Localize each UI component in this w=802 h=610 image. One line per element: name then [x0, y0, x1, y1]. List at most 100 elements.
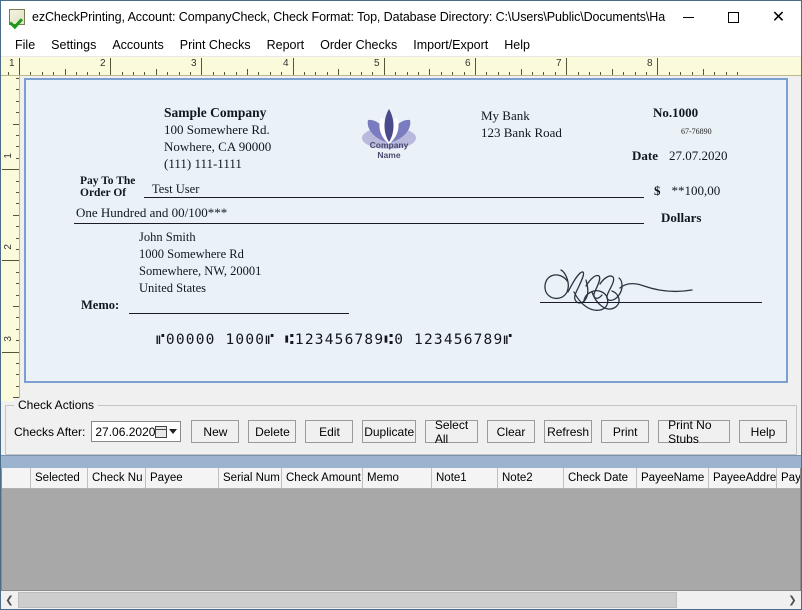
- menu-settings[interactable]: Settings: [43, 36, 104, 54]
- grid-column-header[interactable]: Memo: [363, 468, 432, 488]
- ruler-major-tick: [19, 58, 20, 75]
- menu-print-checks[interactable]: Print Checks: [172, 36, 259, 54]
- ruler-label: 2: [3, 244, 14, 250]
- calendar-icon: [155, 426, 167, 438]
- logo-text: Company Name: [356, 141, 422, 160]
- menu-accounts[interactable]: Accounts: [104, 36, 171, 54]
- ruler-major-tick: [2, 169, 19, 170]
- grid-body[interactable]: [2, 489, 800, 590]
- ruler-tick: [258, 72, 259, 75]
- ruler-label: 8: [647, 58, 653, 69]
- print-no-stubs-button[interactable]: Print No Stubs: [658, 420, 730, 443]
- ruler-tick: [16, 78, 19, 79]
- grid-column-header[interactable]: PayeeAddre: [777, 468, 801, 488]
- select-all-button[interactable]: Select All: [425, 420, 478, 443]
- delete-button[interactable]: Delete: [248, 420, 296, 443]
- menu-import-export[interactable]: Import/Export: [405, 36, 496, 54]
- maximize-button[interactable]: [711, 2, 756, 33]
- company-block: Sample Company 100 Somewhere Rd. Nowhere…: [164, 105, 271, 172]
- ruler-tick: [281, 72, 282, 75]
- ruler-tick: [543, 72, 544, 75]
- grid-column-header[interactable]: Check Date: [564, 468, 637, 488]
- ruler-tick: [418, 72, 419, 75]
- ruler-major-tick: [2, 352, 19, 353]
- ruler-tick: [16, 329, 19, 330]
- ruler-label: 1: [9, 58, 15, 69]
- ruler-major-tick: [566, 58, 567, 75]
- refresh-button[interactable]: Refresh: [544, 420, 592, 443]
- signature: [534, 262, 734, 318]
- ruler-major-tick: [384, 58, 385, 75]
- print-button[interactable]: Print: [601, 420, 649, 443]
- check-sheet[interactable]: Sample Company 100 Somewhere Rd. Nowhere…: [24, 78, 788, 383]
- ruler-label: 1: [3, 153, 14, 159]
- payee-address-line-4: United States: [139, 280, 261, 297]
- menu-order-checks[interactable]: Order Checks: [312, 36, 405, 54]
- ruler-tick: [315, 72, 316, 75]
- check-number-block: No.1000: [653, 105, 698, 121]
- memo-label: Memo:: [81, 298, 119, 313]
- grid-column-header[interactable]: PayeeName: [637, 468, 709, 488]
- grid-horizontal-scrollbar[interactable]: ❮ ❯: [1, 590, 801, 609]
- ruler-tick: [99, 72, 100, 75]
- menu-help[interactable]: Help: [496, 36, 538, 54]
- close-button[interactable]: ✕: [756, 2, 801, 33]
- menu-report[interactable]: Report: [259, 36, 313, 54]
- check-canvas[interactable]: Sample Company 100 Somewhere Rd. Nowhere…: [20, 76, 801, 401]
- menu-bar: File Settings Accounts Print Checks Repo…: [1, 34, 801, 57]
- company-address-2: Nowhere, CA 90000: [164, 138, 271, 155]
- payee-address-line-3: Somewhere, NW, 20001: [139, 263, 261, 280]
- ruler-tick: [16, 340, 19, 341]
- ruler-tick: [16, 158, 19, 159]
- payee-address-line-1: John Smith: [139, 229, 261, 246]
- amount-numeric: **100,00: [672, 183, 721, 198]
- grid-column-header[interactable]: Note2: [498, 468, 564, 488]
- grid-column-header[interactable]: Selected: [31, 468, 88, 488]
- ruler-tick: [16, 238, 19, 239]
- grid-column-header[interactable]: Check Nu: [88, 468, 146, 488]
- ruler-tick: [646, 72, 647, 75]
- logo-text-line2: Name: [377, 150, 400, 160]
- help-button[interactable]: Help: [739, 420, 787, 443]
- menu-file[interactable]: File: [7, 36, 43, 54]
- check-number-value: 1000: [672, 105, 698, 120]
- grid-column-header[interactable]: PayeeAddre: [709, 468, 777, 488]
- grid-column-header[interactable]: Note1: [432, 468, 498, 488]
- checks-after-date-picker[interactable]: 27.06.2020: [91, 421, 181, 442]
- ruler-tick: [16, 101, 19, 102]
- payee-rule: [144, 197, 644, 198]
- checks-data-grid[interactable]: SelectedCheck NuPayeeSerial NumCheck Amo…: [1, 468, 801, 590]
- ruler-label: 3: [3, 336, 14, 342]
- ruler-tick: [361, 72, 362, 75]
- grid-column-header[interactable]: Payee: [146, 468, 219, 488]
- ruler-tick: [532, 72, 533, 75]
- grid-header-row: SelectedCheck NuPayeeSerial NumCheck Amo…: [2, 468, 800, 489]
- ruler-tick: [338, 69, 339, 75]
- clear-button[interactable]: Clear: [487, 420, 535, 443]
- ruler-tick: [190, 72, 191, 75]
- ruler-tick: [589, 72, 590, 75]
- minimize-button[interactable]: [666, 2, 711, 33]
- micr-line: ⑈00000 1000⑈ ⑆123456789⑆0 123456789⑈: [156, 332, 513, 348]
- edit-button[interactable]: Edit: [305, 420, 353, 443]
- grid-column-header[interactable]: Serial Num: [219, 468, 282, 488]
- scroll-right-arrow-icon[interactable]: ❯: [784, 591, 801, 609]
- duplicate-button[interactable]: Duplicate: [362, 420, 416, 443]
- ruler-tick: [122, 72, 123, 75]
- ruler-tick: [16, 283, 19, 284]
- ruler-tick: [156, 69, 157, 75]
- ruler-label: 3: [191, 58, 197, 69]
- ruler-major-tick: [110, 58, 111, 75]
- ruler-tick: [464, 72, 465, 75]
- ruler-tick: [213, 72, 214, 75]
- ruler-tick: [395, 72, 396, 75]
- scrollbar-thumb[interactable]: [18, 592, 677, 608]
- scrollbar-track[interactable]: [18, 591, 784, 609]
- grid-column-header[interactable]: Check Amount: [282, 468, 363, 488]
- ruler-tick: [247, 69, 248, 75]
- scroll-left-arrow-icon[interactable]: ❮: [1, 591, 18, 609]
- grid-select-all-corner[interactable]: [2, 468, 31, 488]
- payee-address-block: John Smith 1000 Somewhere Rd Somewhere, …: [139, 229, 261, 297]
- new-button[interactable]: New: [191, 420, 239, 443]
- ruler-tick: [669, 72, 670, 75]
